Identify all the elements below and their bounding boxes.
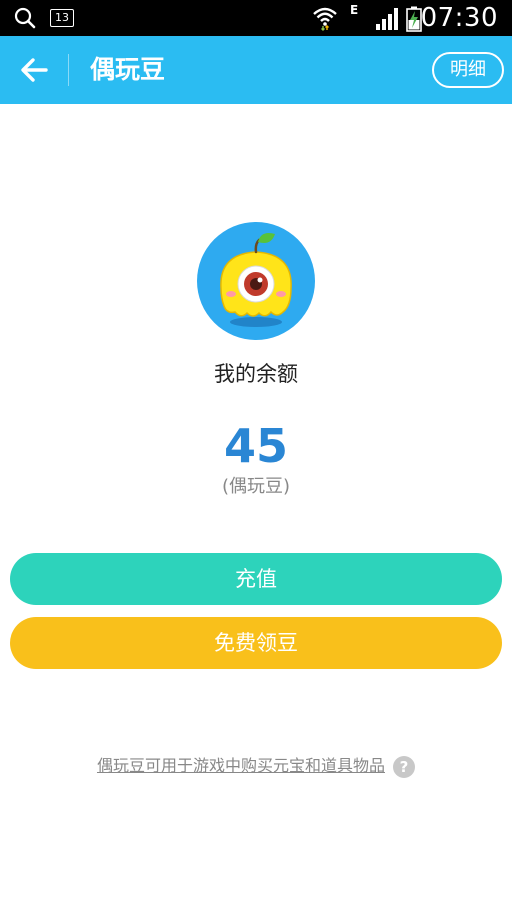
app-bar-divider [68, 54, 69, 86]
footer-note: 偶玩豆可用于游戏中购买元宝和道具物品? [0, 752, 512, 778]
status-clock: 07:30 [420, 3, 498, 33]
balance-value: 45 [223, 419, 288, 473]
wifi-icon [313, 7, 337, 31]
search-icon [14, 7, 36, 29]
status-bar: 13 E 07:30 [0, 0, 512, 36]
app-bar: 偶玩豆 明细 [0, 36, 512, 104]
help-icon[interactable]: ? [393, 755, 415, 778]
signal-strength-icon [376, 8, 398, 30]
details-button[interactable]: 明细 [432, 52, 504, 88]
balance-unit: (偶玩豆) [221, 476, 291, 497]
back-arrow-icon[interactable] [16, 54, 52, 86]
recharge-button[interactable]: 充值 [10, 553, 502, 605]
free-beans-button[interactable]: 免费领豆 [10, 617, 502, 669]
balance-label: 我的余额 [214, 362, 298, 386]
notification-count-badge: 13 [50, 9, 74, 27]
page-title: 偶玩豆 [90, 55, 166, 84]
mascot-avatar-icon [197, 222, 315, 340]
network-type-label: E [350, 3, 359, 17]
beans-usage-link[interactable]: 偶玩豆可用于游戏中购买元宝和道具物品 [97, 756, 385, 775]
